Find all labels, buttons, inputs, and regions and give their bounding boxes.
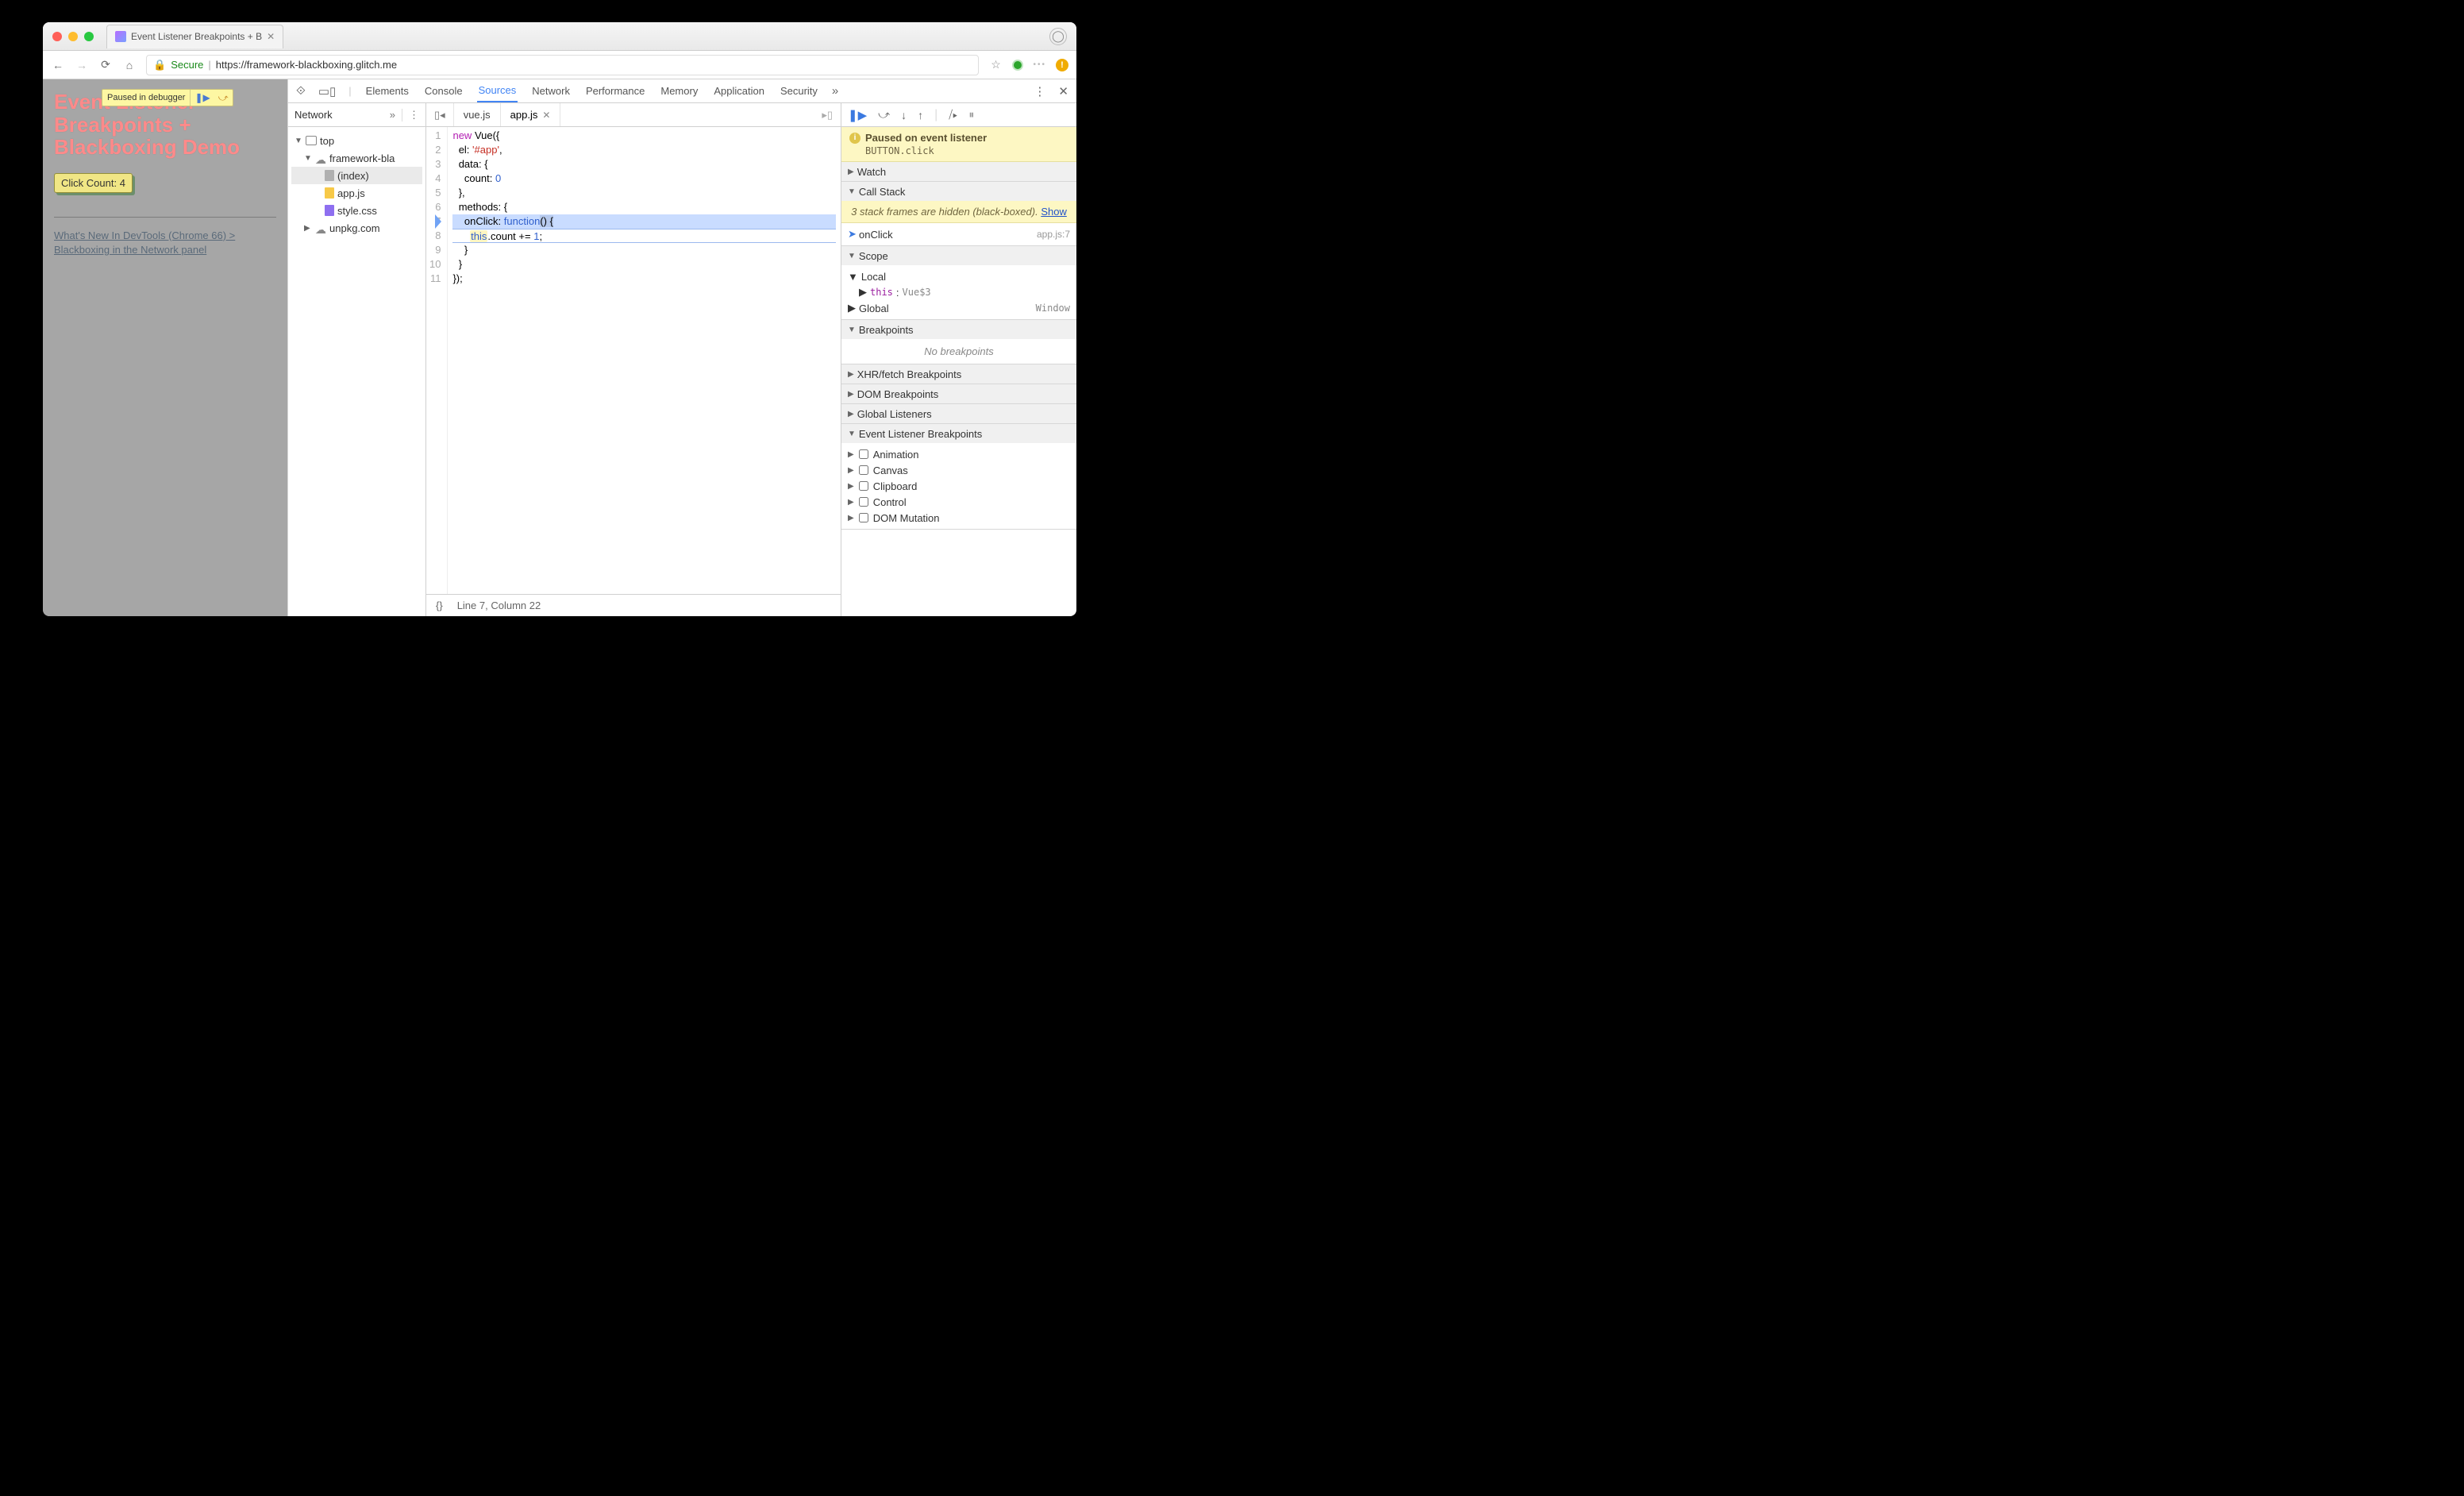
- window-traffic-lights[interactable]: [52, 32, 94, 41]
- pause-exceptions-icon[interactable]: ⏸: [968, 108, 974, 121]
- elb-canvas[interactable]: ▶Canvas: [848, 462, 1070, 478]
- resume-script-icon[interactable]: ❚▶: [848, 108, 867, 122]
- section-event-listener-breakpoints[interactable]: ▼Event Listener Breakpoints: [841, 424, 1076, 443]
- tree-cdn[interactable]: ▶☁unpkg.com: [291, 219, 422, 237]
- whats-new-link[interactable]: What's New In DevTools (Chrome 66) > Bla…: [54, 229, 276, 257]
- extension-dots-icon[interactable]: •••: [1033, 60, 1046, 69]
- elb-control[interactable]: ▶Control: [848, 494, 1070, 510]
- inspect-element-icon[interactable]: ⟐: [296, 84, 306, 98]
- pause-banner: iPaused on event listener BUTTON.click: [841, 127, 1076, 162]
- device-toggle-icon[interactable]: ▭▯: [318, 84, 336, 98]
- execution-line: onClick: function() {: [452, 214, 836, 229]
- tab-title: Event Listener Breakpoints + B: [131, 31, 262, 42]
- section-watch[interactable]: ▶Watch: [841, 162, 1076, 181]
- tree-top[interactable]: ▼top: [291, 132, 422, 149]
- section-breakpoints[interactable]: ▼Breakpoints: [841, 320, 1076, 339]
- step-into-icon[interactable]: ↓: [901, 109, 907, 121]
- step-over-icon[interactable]: ⤻: [878, 108, 890, 121]
- navigator-menu-icon[interactable]: ⋮: [402, 109, 419, 121]
- resume-overlay-icon[interactable]: ❚▶: [191, 90, 214, 106]
- blackbox-show-link[interactable]: Show: [1041, 206, 1067, 218]
- elb-animation-checkbox[interactable]: [859, 449, 868, 459]
- section-global-listeners[interactable]: ▶Global Listeners: [841, 404, 1076, 423]
- step-out-icon[interactable]: ↑: [918, 109, 923, 121]
- current-frame-arrow-icon: ➤: [848, 228, 859, 241]
- no-breakpoints-label: No breakpoints: [848, 342, 1070, 361]
- tab-security[interactable]: Security: [779, 79, 819, 102]
- step-overlay-icon[interactable]: ⤻: [214, 90, 233, 106]
- scope-global[interactable]: ▶GlobalWindow: [848, 300, 1070, 316]
- rendered-page: Paused in debugger ❚▶ ⤻ Event Listener B…: [43, 79, 287, 616]
- elb-dom-mutation-checkbox[interactable]: [859, 513, 868, 522]
- tab-network[interactable]: Network: [530, 79, 572, 102]
- toggle-debugger-icon[interactable]: ▸▯: [814, 109, 841, 121]
- elb-canvas-checkbox[interactable]: [859, 465, 868, 475]
- tree-origin[interactable]: ▼☁framework-bla: [291, 149, 422, 167]
- code-editor[interactable]: new Vue({ el: '#app', data: { count: 0 }…: [448, 127, 841, 594]
- tab-memory[interactable]: Memory: [659, 79, 699, 102]
- star-icon[interactable]: ☆: [988, 58, 1003, 71]
- elb-animation[interactable]: ▶Animation: [848, 446, 1070, 462]
- tab-performance[interactable]: Performance: [584, 79, 646, 102]
- toggle-navigator-icon[interactable]: ▯◂: [426, 103, 454, 126]
- section-xhr-breakpoints[interactable]: ▶XHR/fetch Breakpoints: [841, 364, 1076, 384]
- tree-file-index[interactable]: (index): [291, 167, 422, 184]
- profile-avatar-icon[interactable]: ◯: [1049, 28, 1067, 45]
- editor-tab-appjs[interactable]: app.js✕: [501, 103, 561, 126]
- forward-icon: →: [75, 59, 89, 71]
- info-icon: i: [849, 133, 860, 144]
- paused-in-debugger-overlay: Paused in debugger ❚▶ ⤻: [102, 89, 233, 106]
- tree-file-stylecss[interactable]: style.css: [291, 202, 422, 219]
- tab-close-icon[interactable]: ✕: [267, 31, 275, 42]
- elb-dom-mutation[interactable]: ▶DOM Mutation: [848, 510, 1070, 526]
- editor-tab-vuejs[interactable]: vue.js: [454, 103, 501, 126]
- highlight-this: this: [470, 230, 487, 242]
- secure-label: Secure: [171, 59, 203, 71]
- tabs-overflow-icon[interactable]: »: [832, 84, 838, 98]
- stack-frame[interactable]: ➤onClickapp.js:7: [848, 226, 1070, 242]
- navigator-tab[interactable]: Network: [295, 109, 333, 121]
- blackbox-notice: 3 stack frames are hidden (black-boxed).…: [841, 201, 1076, 223]
- elb-clipboard-checkbox[interactable]: [859, 481, 868, 491]
- pretty-print-icon[interactable]: {}: [436, 600, 443, 611]
- elb-control-checkbox[interactable]: [859, 497, 868, 507]
- lock-icon: 🔒: [153, 59, 166, 71]
- deactivate-breakpoints-icon[interactable]: ⧸▸: [949, 108, 957, 121]
- scope-local[interactable]: ▼Local: [848, 268, 1070, 284]
- extension-ublock-icon[interactable]: [1012, 60, 1023, 71]
- tab-elements[interactable]: Elements: [364, 79, 410, 102]
- editor-tab-close-icon[interactable]: ✕: [542, 110, 550, 121]
- reload-icon[interactable]: ⟳: [98, 58, 113, 71]
- section-scope[interactable]: ▼Scope: [841, 246, 1076, 265]
- navigator-tabs-overflow-icon[interactable]: »: [390, 109, 395, 121]
- tab-console[interactable]: Console: [423, 79, 464, 102]
- extension-warning-icon[interactable]: !: [1056, 59, 1068, 71]
- elb-clipboard[interactable]: ▶Clipboard: [848, 478, 1070, 494]
- section-callstack[interactable]: ▼Call Stack: [841, 182, 1076, 201]
- line-gutter: 1234567891011: [426, 127, 448, 594]
- tab-favicon: [115, 31, 126, 42]
- section-dom-breakpoints[interactable]: ▶DOM Breakpoints: [841, 384, 1076, 403]
- devtools-close-icon[interactable]: ✕: [1058, 84, 1068, 98]
- url-text: https://framework-blackboxing.glitch.me: [216, 59, 397, 71]
- tab-application[interactable]: Application: [712, 79, 766, 102]
- scope-this[interactable]: ▶this: Vue$3: [848, 284, 1070, 300]
- click-count-button[interactable]: Click Count: 4: [54, 173, 133, 193]
- browser-tab[interactable]: Event Listener Breakpoints + B ✕: [106, 25, 283, 48]
- home-icon[interactable]: ⌂: [122, 59, 137, 71]
- tab-sources[interactable]: Sources: [477, 79, 518, 102]
- cursor-position: Line 7, Column 22: [457, 600, 541, 611]
- paused-label: Paused in debugger: [102, 90, 191, 106]
- devtools-menu-icon[interactable]: ⋮: [1034, 84, 1045, 98]
- address-bar[interactable]: 🔒 Secure | https://framework-blackboxing…: [146, 55, 979, 75]
- back-icon[interactable]: ←: [51, 59, 65, 71]
- tree-file-appjs[interactable]: app.js: [291, 184, 422, 202]
